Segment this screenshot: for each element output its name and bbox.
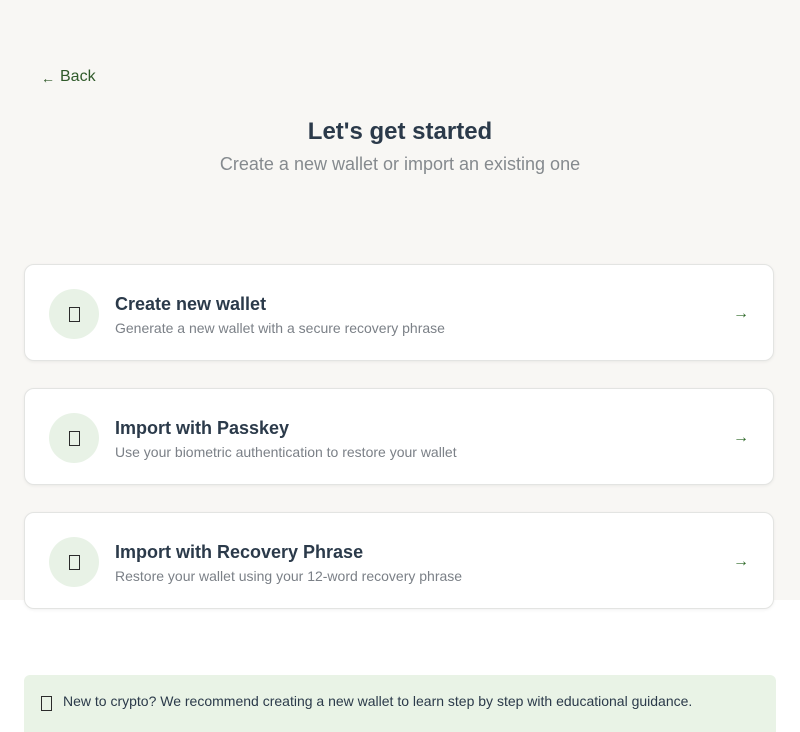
create-wallet-option[interactable]: Create new wallet Generate a new wallet … [24,264,774,361]
lightbulb-icon [41,696,52,711]
option-title: Import with Passkey [115,418,290,438]
option-description: Use your biometric authentication to res… [115,444,457,460]
option-title: Create new wallet [115,294,267,314]
back-label: Back [60,68,96,85]
arrow-right-icon: → [733,429,749,446]
option-title: Import with Recovery Phrase [115,542,364,562]
tip-banner: New to crypto? We recommend creating a n… [24,675,776,732]
import-recovery-phrase-option[interactable]: Import with Recovery Phrase Restore your… [24,512,774,609]
arrow-right-icon: → [733,305,749,322]
wallet-icon [49,289,99,339]
passkey-icon [49,413,99,463]
recovery-phrase-icon [49,537,99,587]
back-link[interactable]: ← Back [41,66,96,88]
arrow-right-icon: → [733,553,749,570]
tip-text: New to crypto? We recommend creating a n… [63,693,693,709]
option-description: Generate a new wallet with a secure reco… [115,320,445,336]
back-arrow-icon: ← [41,70,55,86]
page-title: Let's get started [307,118,493,145]
option-description: Restore your wallet using your 12-word r… [115,568,463,584]
import-passkey-option[interactable]: Import with Passkey Use your biometric a… [24,388,774,485]
page-subtitle: Create a new wallet or import an existin… [219,154,581,174]
